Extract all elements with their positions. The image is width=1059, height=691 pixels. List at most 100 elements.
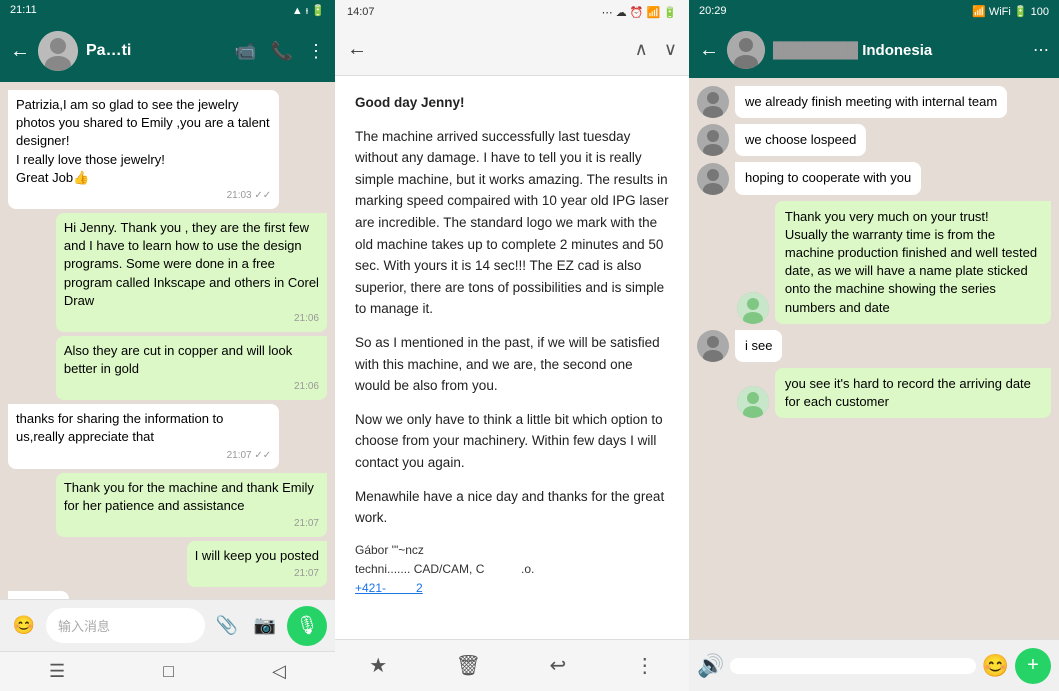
back-icon[interactable]: ←: [10, 40, 30, 63]
message-text: thanks for sharing the information to us…: [16, 411, 223, 444]
message-text: hoping to cooperate with you: [745, 170, 911, 185]
header-action-icons: ∧ ∨: [635, 39, 677, 60]
contact-name-suffix: Indonesia: [862, 42, 932, 59]
video-call-icon[interactable]: 📹: [234, 41, 256, 62]
message-input[interactable]: [730, 658, 975, 674]
message-text: you see it's hard to record the arriving…: [785, 376, 1031, 409]
message-input-bar-panel3: 🔊 😊 +: [689, 639, 1059, 691]
email-footer: ★ 🗑 ↩ ⋮: [335, 639, 689, 691]
header-action-icons: 📹 📞 ⋮: [234, 41, 325, 62]
time-panel2: 14:07: [347, 6, 375, 18]
messages-list-panel3: we already finish meeting with internal …: [689, 78, 1059, 639]
message-text: Hi Jenny. Thank you , they are the first…: [64, 220, 319, 308]
chevron-down-icon[interactable]: ∨: [664, 39, 677, 60]
message-text: Patrizia,I am so glad to see the jewelry…: [16, 97, 270, 185]
chat-header-panel3: ← ████████ Indonesia ⋯: [689, 22, 1059, 78]
contact-name-blur: ████████: [773, 42, 858, 59]
message-input[interactable]: 输入消息: [46, 608, 205, 643]
list-item: i see: [697, 330, 1051, 362]
message-time: 21:06: [64, 380, 319, 394]
avatar: [38, 31, 78, 71]
list-item: 😊 21:07 ✓✓: [8, 591, 69, 599]
message-text: Thank you for the machine and thank Emil…: [64, 480, 314, 513]
signal-icons-panel3: 📶 WiFi 🔋 100: [972, 5, 1049, 18]
list-item: Thank you very much on your trust!Usuall…: [697, 201, 1051, 324]
add-button[interactable]: +: [1015, 648, 1051, 684]
email-body: Good day Jenny! The machine arrived succ…: [335, 76, 689, 639]
status-bar-panel1: 21:11 ▲ ᵻ 🔋: [0, 0, 335, 20]
list-item: we already finish meeting with internal …: [697, 86, 1051, 118]
message-bubble: we already finish meeting with internal …: [735, 86, 1007, 118]
input-placeholder: 输入消息: [58, 616, 110, 635]
navigation-bar: ☰ □ ◁: [0, 651, 335, 691]
list-item: hoping to cooperate with you: [697, 162, 1051, 194]
message-bubble: Thank you very much on your trust!Usuall…: [775, 201, 1051, 324]
list-item: I will keep you posted 21:07: [187, 541, 327, 587]
message-time: 21:03 ✓✓: [16, 189, 271, 203]
list-item: thanks for sharing the information to us…: [8, 404, 279, 468]
contact-info-panel3: ████████ Indonesia: [773, 42, 1025, 59]
time-panel1: 21:11: [10, 4, 37, 16]
more-icon[interactable]: ⋮: [307, 41, 325, 62]
camera-icon[interactable]: 📷: [249, 610, 281, 642]
avatar: [727, 31, 765, 69]
chevron-up-icon[interactable]: ∧: [635, 39, 648, 60]
avatar: [697, 330, 729, 362]
list-item: Patrizia,I am so glad to see the jewelry…: [8, 90, 279, 209]
more-icon[interactable]: ⋯: [1033, 40, 1049, 60]
message-time: 21:07: [64, 517, 319, 531]
mic-button[interactable]: 🎙: [287, 606, 327, 646]
message-time: 21:07 ✓✓: [16, 449, 271, 463]
star-icon[interactable]: ★: [369, 653, 387, 678]
message-time: 21:06: [64, 312, 319, 326]
panel-whatsapp-left: 21:11 ▲ ᵻ 🔋 ← Pa…ti 📹 📞 ⋮ Patrizia,I am …: [0, 0, 335, 691]
back-nav-icon[interactable]: ◁: [272, 661, 286, 682]
chat-header-panel1: ← Pa…ti 📹 📞 ⋮: [0, 20, 335, 82]
back-icon[interactable]: ←: [699, 39, 719, 62]
list-item: you see it's hard to record the arriving…: [697, 368, 1051, 418]
list-item: Hi Jenny. Thank you , they are the first…: [56, 213, 327, 332]
avatar: [697, 163, 729, 195]
phone-icon[interactable]: 📞: [271, 41, 293, 62]
signal-icons-panel1: ▲ ᵻ 🔋: [292, 4, 325, 17]
message-time: 21:07: [195, 567, 319, 581]
status-bar-panel2: 14:07 ⋯ ☁ ⏰ 📶 🔋: [335, 0, 689, 24]
message-text: we already finish meeting with internal …: [745, 94, 997, 109]
message-bubble: i see: [735, 330, 782, 362]
emoji-icon[interactable]: 😊: [982, 653, 1009, 679]
contact-info: Pa…ti: [86, 42, 226, 60]
message-bubble: you see it's hard to record the arriving…: [775, 368, 1051, 418]
time-panel3: 20:29: [699, 5, 727, 17]
message-text: we choose lospeed: [745, 132, 856, 147]
message-text: I will keep you posted: [195, 548, 319, 563]
contact-name: Pa…ti: [86, 42, 226, 60]
system-icons-panel2: ⋯ ☁ ⏰ 📶 🔋: [602, 6, 677, 19]
list-item: Thank you for the machine and thank Emil…: [56, 473, 327, 537]
list-item: Also they are cut in copper and will loo…: [56, 336, 327, 400]
email-header: ← ∧ ∨: [335, 24, 689, 76]
menu-icon[interactable]: ☰: [49, 661, 65, 682]
message-bubble: hoping to cooperate with you: [735, 162, 921, 194]
message-text: Thank you very much on your trust!Usuall…: [785, 209, 1037, 315]
audio-icon[interactable]: 🔊: [697, 653, 724, 679]
email-paragraph-1: The machine arrived successfully last tu…: [355, 126, 669, 320]
header-action-icons-panel3: ⋯: [1033, 40, 1049, 60]
message-text: i see: [745, 338, 772, 353]
back-icon[interactable]: ←: [347, 38, 367, 61]
messages-list-panel1: Patrizia,I am so glad to see the jewelry…: [0, 82, 335, 599]
message-bubble: we choose lospeed: [735, 124, 866, 156]
more-options-icon[interactable]: ⋮: [635, 653, 655, 678]
message-text: Also they are cut in copper and will loo…: [64, 343, 292, 376]
emoji-icon[interactable]: 😊: [8, 610, 40, 642]
home-icon[interactable]: □: [163, 661, 174, 682]
trash-icon[interactable]: 🗑: [456, 653, 481, 678]
email-greeting: Good day Jenny!: [355, 92, 669, 114]
panel-whatsapp-right: 20:29 📶 WiFi 🔋 100 ← ████████ Indonesia …: [689, 0, 1059, 691]
reply-icon[interactable]: ↩: [550, 653, 567, 678]
email-signature: Gábor '"~ncztechni....... CAD/CAM, C .o.…: [355, 541, 669, 599]
list-item: we choose lospeed: [697, 124, 1051, 156]
attachment-icon[interactable]: 📎: [211, 610, 243, 642]
email-paragraph-2: So as I mentioned in the past, if we wil…: [355, 332, 669, 397]
status-bar-panel3: 20:29 📶 WiFi 🔋 100: [689, 0, 1059, 22]
avatar-outgoing: [737, 292, 769, 324]
